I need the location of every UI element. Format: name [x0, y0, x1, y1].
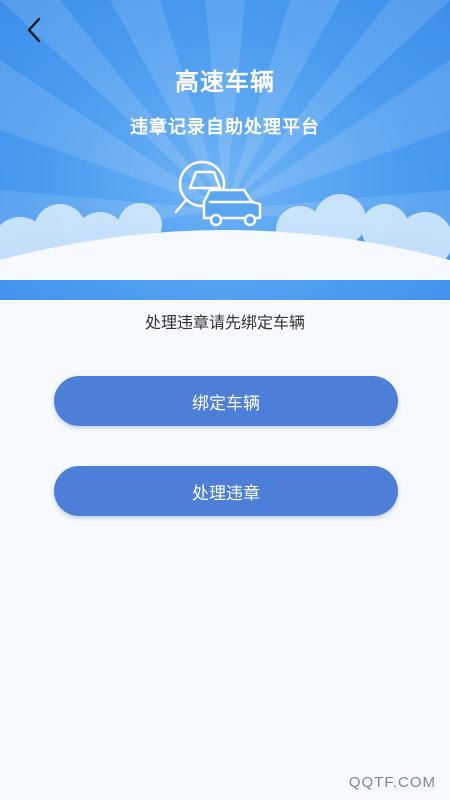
header-banner: 高速车辆 违章记录自助处理平台	[0, 0, 450, 300]
page-title: 高速车辆	[175, 68, 275, 96]
bind-vehicle-button[interactable]: 绑定车辆	[54, 376, 398, 426]
watermark: QQTF.COM	[348, 774, 436, 791]
page-subtitle: 违章记录自助处理平台	[130, 117, 320, 138]
car-search-icon	[174, 160, 262, 227]
back-button[interactable]	[18, 14, 50, 46]
bind-hint-text: 处理违章请先绑定车辆	[144, 313, 305, 332]
chevron-left-icon	[27, 17, 41, 43]
handle-violation-button[interactable]: 处理违章	[54, 466, 398, 516]
